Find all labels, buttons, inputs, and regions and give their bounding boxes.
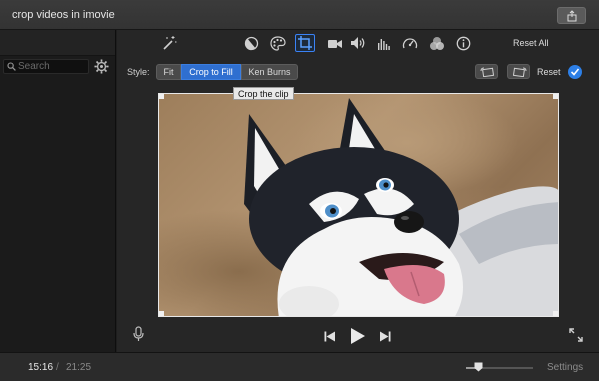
microphone-icon[interactable]: [133, 326, 144, 342]
library-sidebar: [0, 30, 116, 352]
reset-all-button[interactable]: Reset All: [513, 38, 549, 48]
rotate-clockwise-icon: [512, 67, 527, 77]
crop-handle-bottom-left[interactable]: [159, 311, 164, 316]
color-balance-icon[interactable]: [241, 34, 261, 52]
info-icon[interactable]: [453, 34, 473, 52]
gear-icon[interactable]: [94, 59, 109, 74]
color-correction-icon[interactable]: [268, 34, 288, 52]
search-icon: [7, 62, 16, 71]
skip-back-icon[interactable]: [324, 331, 336, 342]
husky-puppy-image: [244, 98, 558, 316]
stabilization-camera-icon[interactable]: [325, 34, 345, 52]
volume-icon[interactable]: [348, 34, 368, 52]
search-input[interactable]: [18, 60, 88, 73]
fullscreen-icon[interactable]: [569, 328, 583, 342]
crop-handle-bottom-right[interactable]: [553, 311, 558, 316]
skip-forward-icon[interactable]: [379, 331, 391, 342]
sidebar-header: [0, 30, 115, 56]
settings-button[interactable]: Settings: [547, 362, 583, 373]
video-preview[interactable]: [158, 93, 559, 317]
rotate-counterclockwise-icon: [480, 67, 495, 77]
crop-style-bar: Style: Fit Crop to Fill Ken Burns Reset: [117, 62, 599, 82]
title-bar: crop videos in imovie: [0, 0, 599, 30]
zoom-slider-knob[interactable]: [474, 362, 483, 372]
viewer: Reset All Style: Fit Crop to Fill Ken Bu…: [117, 30, 599, 352]
ken-burns-button[interactable]: Ken Burns: [241, 64, 298, 80]
reset-button[interactable]: Reset: [537, 67, 561, 77]
bottom-bar: 15:16 / 21:25 Settings: [0, 352, 599, 381]
adjustment-toolbar: Reset All: [117, 30, 599, 57]
speed-gauge-icon[interactable]: [400, 34, 420, 52]
crop-handle-top-left[interactable]: [159, 94, 164, 99]
fit-button[interactable]: Fit: [156, 64, 181, 80]
time-separator: /: [56, 362, 59, 373]
rotate-right-button[interactable]: [507, 64, 530, 79]
style-label: Style:: [127, 67, 150, 77]
share-icon: [567, 10, 577, 22]
equalizer-icon[interactable]: [374, 34, 394, 52]
video-filter-icon[interactable]: [427, 34, 447, 52]
magic-wand-icon[interactable]: [159, 34, 179, 52]
play-icon[interactable]: [350, 327, 366, 345]
crop-icon[interactable]: [295, 34, 315, 52]
rotate-left-button[interactable]: [475, 64, 498, 79]
checkmark-icon: [571, 68, 579, 76]
crop-tooltip: Crop the clip: [233, 87, 294, 100]
crop-handle-top-right[interactable]: [553, 94, 558, 99]
window-title: crop videos in imovie: [12, 9, 115, 21]
search-field[interactable]: [3, 59, 89, 74]
total-time: 21:25: [66, 362, 92, 373]
share-button[interactable]: [557, 7, 586, 24]
current-time: 15:16: [28, 362, 54, 373]
apply-crop-button[interactable]: [568, 65, 582, 79]
crop-to-fill-button[interactable]: Crop to Fill: [181, 64, 241, 80]
